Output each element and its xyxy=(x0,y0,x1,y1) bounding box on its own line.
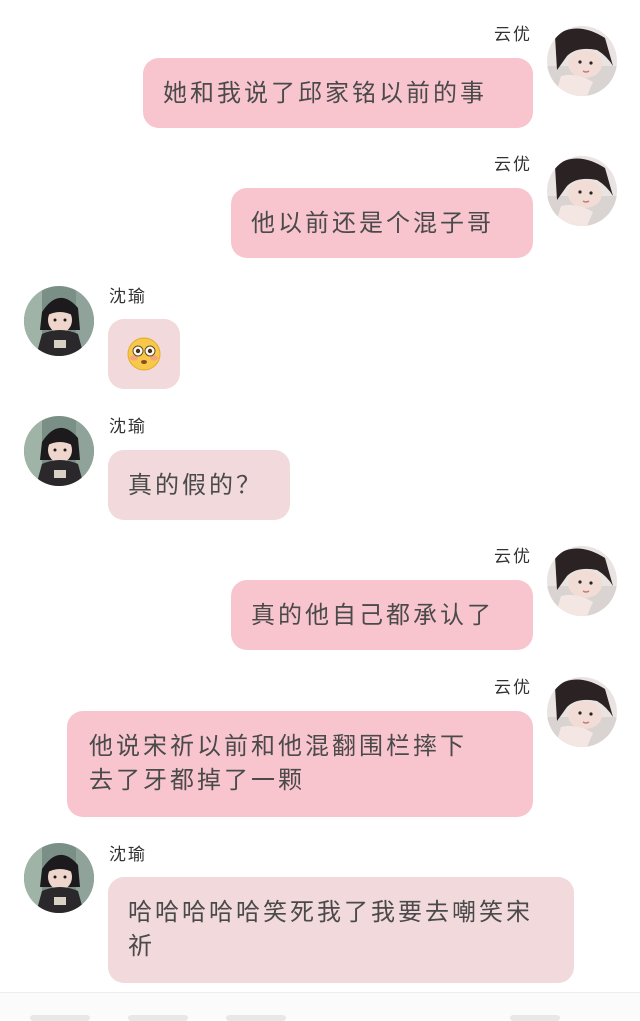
input-bar xyxy=(0,992,640,1021)
avatar-yunyou[interactable] xyxy=(547,546,617,616)
input-bar-control xyxy=(510,1015,560,1021)
avatar-yunyou[interactable] xyxy=(547,156,617,226)
message-bubble[interactable]: 真的他自己都承认了 xyxy=(231,580,533,650)
sender-name: 沈瑜 xyxy=(109,417,147,437)
avatar-yunyou[interactable] xyxy=(547,677,617,747)
sender-name: 云优 xyxy=(494,547,532,567)
avatar-shenyu[interactable] xyxy=(24,286,94,356)
input-bar-control xyxy=(128,1015,188,1021)
sender-name: 云优 xyxy=(494,25,532,45)
sender-name: 沈瑜 xyxy=(109,287,147,307)
message-bubble[interactable] xyxy=(108,319,180,389)
input-bar-control xyxy=(226,1015,286,1021)
chat-conversation: 云优 她和我说了邱家铭以前的事 云优 他以前还是个混子哥 沈瑜 沈瑜 真的假的？… xyxy=(0,0,640,1018)
sender-name: 云优 xyxy=(494,678,532,698)
avatar-shenyu[interactable] xyxy=(24,416,94,486)
message-bubble[interactable]: 真的假的？ xyxy=(108,450,290,520)
message-bubble[interactable]: 他以前还是个混子哥 xyxy=(231,188,533,258)
message-bubble[interactable]: 哈哈哈哈哈笑死我了我要去嘲笑宋祈 xyxy=(108,877,574,983)
sender-name: 云优 xyxy=(494,155,532,175)
avatar-yunyou[interactable] xyxy=(547,26,617,96)
message-bubble[interactable]: 她和我说了邱家铭以前的事 xyxy=(143,58,533,128)
sender-name: 沈瑜 xyxy=(109,845,147,865)
flushed-face-emoji xyxy=(127,337,161,371)
message-bubble[interactable]: 他说宋祈以前和他混翻围栏摔下去了牙都掉了一颗 xyxy=(67,711,533,817)
avatar-shenyu[interactable] xyxy=(24,843,94,913)
input-bar-control xyxy=(30,1015,90,1021)
